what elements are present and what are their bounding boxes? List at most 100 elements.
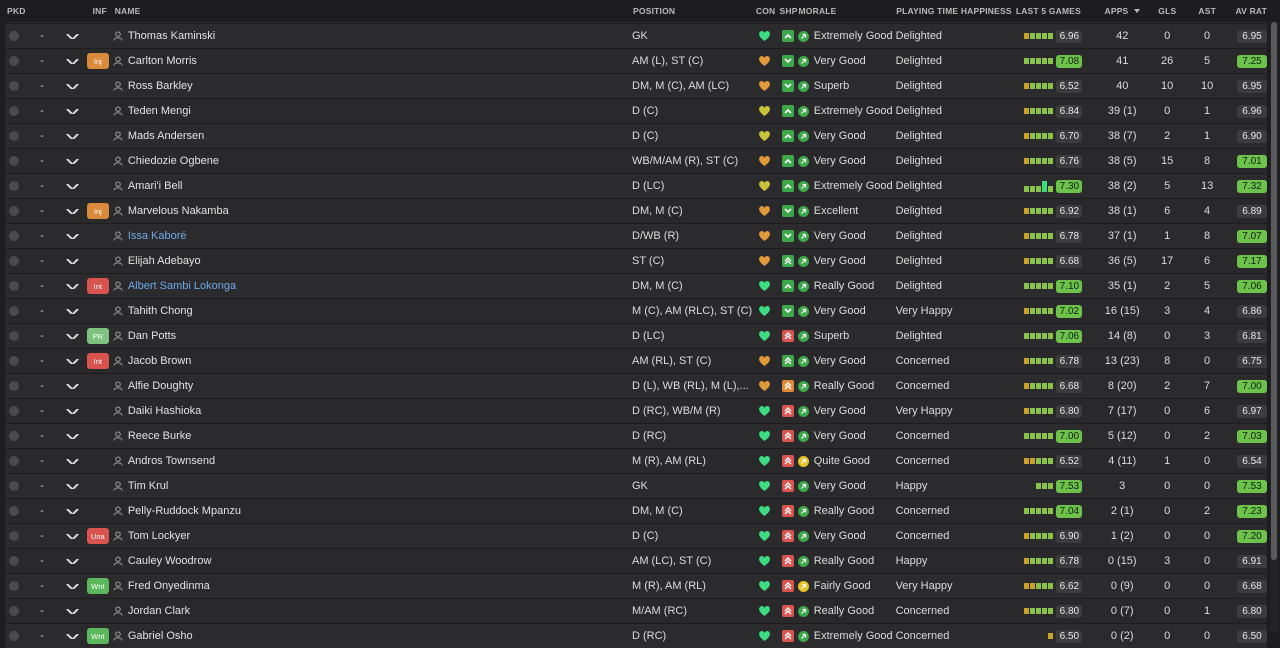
player-name-cell[interactable]: Issa Kaboré xyxy=(111,230,632,242)
player-name[interactable]: Mads Andersen xyxy=(128,130,204,142)
info-tag[interactable] xyxy=(87,603,109,619)
picked-toggle[interactable] xyxy=(5,306,23,316)
table-row[interactable]: - Int Albert Sambi Lokonga DM, M (C) Rea… xyxy=(5,273,1267,298)
table-row[interactable]: - Cauley Woodrow AM (LC), ST (C) Really … xyxy=(5,548,1267,573)
selection-dropdown[interactable] xyxy=(61,458,85,464)
info-tag[interactable]: PR xyxy=(86,328,109,344)
player-name[interactable]: Amari'i Bell xyxy=(128,180,183,192)
selection-dropdown[interactable] xyxy=(61,33,85,39)
info-tag[interactable]: Wnt xyxy=(86,628,109,644)
selection-dropdown[interactable] xyxy=(61,608,85,614)
selection-value[interactable]: - xyxy=(23,580,61,592)
player-name-cell[interactable]: Chiedozie Ogbene xyxy=(111,155,632,167)
selection-value[interactable]: - xyxy=(23,30,61,42)
player-name-cell[interactable]: Pelly-Ruddock Mpanzu xyxy=(111,505,632,517)
info-tag[interactable]: Una xyxy=(86,528,109,544)
selection-dropdown[interactable] xyxy=(61,508,85,514)
selection-dropdown[interactable] xyxy=(61,583,85,589)
table-row[interactable]: - Chiedozie Ogbene WB/M/AM (R), ST (C) V… xyxy=(5,148,1267,173)
selection-dropdown[interactable] xyxy=(61,83,85,89)
picked-toggle[interactable] xyxy=(5,456,23,466)
picked-toggle[interactable] xyxy=(5,106,23,116)
table-row[interactable]: - Reece Burke D (RC) Very Good Concerned… xyxy=(5,423,1267,448)
player-name-cell[interactable]: Teden Mengi xyxy=(111,105,632,117)
player-name[interactable]: Tom Lockyer xyxy=(128,530,190,542)
player-name-cell[interactable]: Andros Townsend xyxy=(111,455,632,467)
selection-value[interactable]: - xyxy=(23,305,61,317)
selection-dropdown[interactable] xyxy=(61,133,85,139)
picked-toggle[interactable] xyxy=(5,506,23,516)
player-name[interactable]: Andros Townsend xyxy=(128,455,215,467)
info-tag[interactable] xyxy=(87,303,109,319)
table-row[interactable]: - Andros Townsend M (R), AM (RL) Quite G… xyxy=(5,448,1267,473)
table-row[interactable]: - Elijah Adebayo ST (C) Very Good Deligh… xyxy=(5,248,1267,273)
selection-value[interactable]: - xyxy=(23,355,61,367)
player-name-cell[interactable]: Amari'i Bell xyxy=(111,180,632,192)
info-tag[interactable] xyxy=(87,553,109,569)
selection-dropdown[interactable] xyxy=(61,433,85,439)
player-name-cell[interactable]: Fred Onyedinma xyxy=(111,580,632,592)
picked-toggle[interactable] xyxy=(5,431,23,441)
player-name[interactable]: Pelly-Ruddock Mpanzu xyxy=(128,505,241,517)
selection-dropdown[interactable] xyxy=(61,533,85,539)
info-tag[interactable] xyxy=(87,403,109,419)
selection-dropdown[interactable] xyxy=(61,108,85,114)
info-tag[interactable] xyxy=(87,128,109,144)
player-name-cell[interactable]: Tahith Chong xyxy=(111,305,632,317)
table-row[interactable]: - Jordan Clark M/AM (RC) Really Good Con… xyxy=(5,598,1267,623)
table-row[interactable]: - Daiki Hashioka D (RC), WB/M (R) Very G… xyxy=(5,398,1267,423)
selection-value[interactable]: - xyxy=(23,430,61,442)
selection-dropdown[interactable] xyxy=(61,258,85,264)
player-name[interactable]: Jordan Clark xyxy=(128,605,190,617)
picked-toggle[interactable] xyxy=(5,81,23,91)
info-tag[interactable] xyxy=(87,453,109,469)
selection-value[interactable]: - xyxy=(23,180,61,192)
selection-value[interactable]: - xyxy=(23,130,61,142)
info-tag[interactable] xyxy=(87,428,109,444)
table-row[interactable]: - Amari'i Bell D (LC) Extremely Good Del… xyxy=(5,173,1267,198)
player-name[interactable]: Chiedozie Ogbene xyxy=(128,155,219,167)
player-name[interactable]: Ross Barkley xyxy=(128,80,193,92)
picked-toggle[interactable] xyxy=(5,206,23,216)
table-row[interactable]: - Wnt Gabriel Osho D (RC) Extremely Good… xyxy=(5,623,1267,648)
picked-toggle[interactable] xyxy=(5,56,23,66)
info-tag[interactable] xyxy=(87,228,109,244)
player-name[interactable]: Fred Onyedinma xyxy=(128,580,210,592)
picked-toggle[interactable] xyxy=(5,606,23,616)
selection-dropdown[interactable] xyxy=(61,483,85,489)
header-shp[interactable]: SHP xyxy=(779,6,799,16)
selection-dropdown[interactable] xyxy=(61,383,85,389)
table-row[interactable]: - Inj Marvelous Nakamba DM, M (C) Excell… xyxy=(5,198,1267,223)
info-tag[interactable]: Int xyxy=(86,353,109,369)
table-row[interactable]: - Una Tom Lockyer D (C) Very Good Concer… xyxy=(5,523,1267,548)
player-name[interactable]: Albert Sambi Lokonga xyxy=(128,280,236,292)
header-apps[interactable]: APPS xyxy=(1098,6,1148,16)
player-name[interactable]: Thomas Kaminski xyxy=(128,30,215,42)
picked-toggle[interactable] xyxy=(5,131,23,141)
picked-toggle[interactable] xyxy=(5,581,23,591)
selection-value[interactable]: - xyxy=(23,205,61,217)
player-name[interactable]: Teden Mengi xyxy=(128,105,191,117)
table-row[interactable]: - Teden Mengi D (C) Extremely Good Delig… xyxy=(5,98,1267,123)
player-name-cell[interactable]: Dan Potts xyxy=(111,330,632,342)
selection-dropdown[interactable] xyxy=(61,58,85,64)
picked-toggle[interactable] xyxy=(5,356,23,366)
header-playing-time-happiness[interactable]: PLAYING TIME HAPPINESS xyxy=(896,6,1016,16)
player-name[interactable]: Tim Krul xyxy=(128,480,169,492)
info-tag[interactable] xyxy=(87,153,109,169)
info-tag[interactable]: Wnt xyxy=(86,578,109,594)
table-row[interactable]: - Tim Krul GK Very Good Happy 7.53 3 0 0… xyxy=(5,473,1267,498)
selection-value[interactable]: - xyxy=(23,380,61,392)
info-tag[interactable] xyxy=(87,78,109,94)
selection-dropdown[interactable] xyxy=(61,358,85,364)
selection-value[interactable]: - xyxy=(23,330,61,342)
selection-dropdown[interactable] xyxy=(61,408,85,414)
header-ast[interactable]: AST xyxy=(1187,6,1227,16)
selection-value[interactable]: - xyxy=(23,555,61,567)
selection-value[interactable]: - xyxy=(23,255,61,267)
selection-dropdown[interactable] xyxy=(61,633,85,639)
player-name[interactable]: Marvelous Nakamba xyxy=(128,205,229,217)
table-row[interactable]: - Alfie Doughty D (L), WB (RL), M (L),..… xyxy=(5,373,1267,398)
header-last5[interactable]: LAST 5 GAMES xyxy=(1016,6,1098,16)
info-tag[interactable] xyxy=(87,378,109,394)
